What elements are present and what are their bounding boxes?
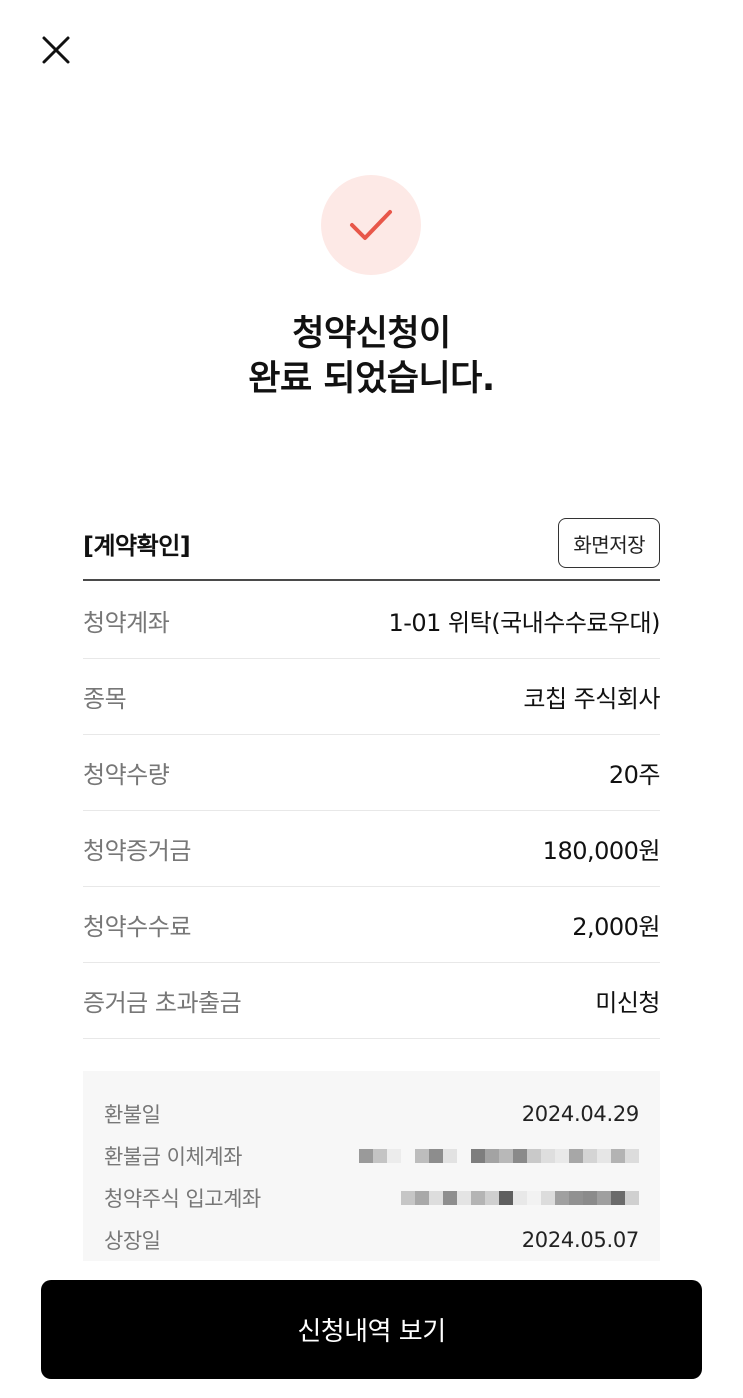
completion-message-line2: 완료 되었습니다.: [248, 359, 495, 399]
detail-value: 20주: [608, 761, 661, 789]
info-row-listing-date: 상장일 2024.05.07: [104, 1219, 639, 1261]
masked-account-value: [401, 1184, 639, 1212]
info-value: 2024.04.29: [521, 1102, 640, 1126]
info-value: 2024.05.07: [521, 1228, 640, 1252]
info-label: 환불일: [104, 1103, 161, 1127]
success-badge: [321, 175, 421, 275]
info-label: 청약주식 입고계좌: [104, 1187, 261, 1211]
detail-label: 증거금 초과출금: [83, 989, 242, 1017]
info-row-stock-account: 청약주식 입고계좌: [104, 1177, 639, 1219]
detail-row-account: 청약계좌 1-01 위탁(국내수수료우대): [83, 583, 660, 659]
detail-row-stock: 종목 코칩 주식회사: [83, 659, 660, 735]
detail-label: 종목: [83, 685, 127, 713]
detail-value: 미신청: [595, 989, 660, 1017]
detail-row-quantity: 청약수량 20주: [83, 735, 661, 811]
close-button[interactable]: [36, 30, 76, 70]
completion-message: 청약신청이 완료 되었습니다.: [0, 312, 743, 402]
info-label: 상장일: [104, 1229, 161, 1253]
detail-row-fee: 청약수수료 2,000원: [83, 887, 660, 963]
schedule-info-box: 환불일 2024.04.29 환불금 이체계좌 청약주식 입고계좌 상장일 20…: [83, 1071, 660, 1261]
masked-account-value: [359, 1142, 639, 1170]
close-icon: [42, 36, 70, 64]
detail-label: 청약계좌: [83, 609, 170, 637]
detail-value: 180,000원: [542, 837, 661, 865]
detail-row-excess-withdrawal: 증거금 초과출금 미신청: [83, 963, 660, 1039]
completion-message-line1: 청약신청이: [292, 314, 451, 354]
save-screen-button[interactable]: 화면저장: [558, 518, 660, 568]
detail-value: 코칩 주식회사: [523, 685, 660, 713]
detail-value: 2,000원: [572, 913, 660, 941]
info-label: 환불금 이체계좌: [104, 1145, 242, 1169]
info-row-refund-date: 환불일 2024.04.29: [104, 1093, 639, 1135]
view-application-history-button[interactable]: 신청내역 보기: [41, 1280, 702, 1379]
detail-label: 청약증거금: [83, 837, 191, 865]
detail-value: 1-01 위탁(국내수수료우대): [388, 609, 660, 637]
detail-row-deposit: 청약증거금 180,000원: [83, 811, 661, 887]
contract-details: 청약계좌 1-01 위탁(국내수수료우대) 종목 코칩 주식회사 청약수량 20…: [83, 583, 661, 1039]
detail-label: 청약수량: [83, 761, 170, 789]
check-icon: [350, 210, 392, 240]
info-row-refund-account: 환불금 이체계좌: [104, 1135, 639, 1177]
contract-section-header: [계약확인] 화면저장: [83, 515, 660, 581]
detail-label: 청약수수료: [83, 913, 191, 941]
contract-section-title: [계약확인]: [83, 531, 191, 560]
